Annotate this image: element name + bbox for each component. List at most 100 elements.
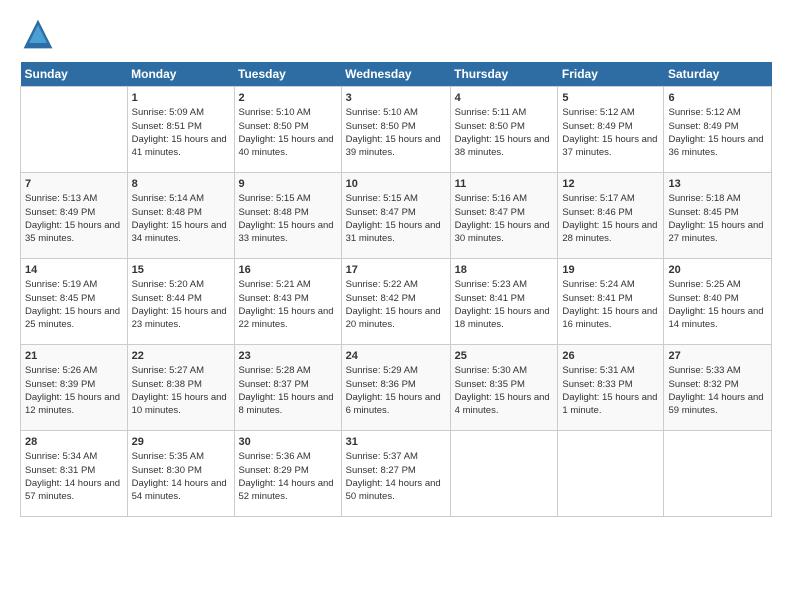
daylight-text: Daylight: 15 hours and 31 minutes.	[346, 220, 441, 244]
calendar-cell: 20 Sunrise: 5:25 AM Sunset: 8:40 PM Dayligh…	[664, 259, 772, 345]
day-number: 15	[132, 264, 144, 276]
calendar-cell: 15Sunrise: 5:20 AMSunset: 8:44 PMDayligh…	[127, 259, 234, 345]
sunrise-text: Sunrise: 5:25 AM	[668, 279, 740, 290]
daylight-text: Daylight: 15 hours and 38 minutes.	[455, 134, 550, 158]
sunrise-text: Sunrise: 5:20 AM	[132, 279, 204, 290]
header-cell-friday: Friday	[558, 62, 664, 87]
sunrise-text: Sunrise: 5:12 AM	[562, 107, 634, 118]
daylight-text: Daylight: 15 hours and 12 minutes.	[25, 392, 120, 416]
day-number: 10	[346, 178, 358, 190]
sunset-text: Sunset: 8:35 PM	[455, 379, 525, 390]
sunrise-text: Sunrise: 5:13 AM	[25, 193, 97, 204]
sunrise-text: Sunrise: 5:29 AM	[346, 365, 418, 376]
calendar-table: SundayMondayTuesdayWednesdayThursdayFrid…	[20, 62, 772, 517]
sunrise-text: Sunrise: 5:36 AM	[239, 451, 311, 462]
sunset-text: Sunset: 8:49 PM	[25, 207, 95, 218]
day-number: 20	[668, 264, 680, 276]
calendar-cell: 17Sunrise: 5:22 AMSunset: 8:42 PMDayligh…	[341, 259, 450, 345]
sunrise-text: Sunrise: 5:28 AM	[239, 365, 311, 376]
sunset-text: Sunset: 8:37 PM	[239, 379, 309, 390]
sunset-text: Sunset: 8:45 PM	[25, 293, 95, 304]
day-number: 30	[239, 436, 251, 448]
header-cell-tuesday: Tuesday	[234, 62, 341, 87]
day-number: 11	[455, 178, 467, 190]
calendar-cell: 27 Sunrise: 5:33 AM Sunset: 8:32 PM Dayligh…	[664, 345, 772, 431]
day-number: 6	[668, 92, 674, 104]
calendar-cell	[450, 431, 558, 517]
calendar-cell: 12Sunrise: 5:17 AMSunset: 8:46 PMDayligh…	[558, 173, 664, 259]
calendar-cell: 9Sunrise: 5:15 AMSunset: 8:48 PMDaylight…	[234, 173, 341, 259]
day-number: 28	[25, 436, 37, 448]
page: SundayMondayTuesdayWednesdayThursdayFrid…	[0, 0, 792, 527]
daylight-text: Daylight: 15 hours and 40 minutes.	[239, 134, 334, 158]
sunset-text: Sunset: 8:43 PM	[239, 293, 309, 304]
daylight-text: Daylight: 15 hours and 37 minutes.	[562, 134, 657, 158]
sunset-text: Sunset: 8:51 PM	[132, 121, 202, 132]
daylight-text: Daylight: 15 hours and 8 minutes.	[239, 392, 334, 416]
day-number: 2	[239, 92, 245, 104]
sunset-text: Sunset: 8:41 PM	[455, 293, 525, 304]
calendar-cell: 4Sunrise: 5:11 AMSunset: 8:50 PMDaylight…	[450, 87, 558, 173]
sunrise-text: Sunrise: 5:11 AM	[455, 107, 527, 118]
sunrise-text: Sunrise: 5:31 AM	[562, 365, 634, 376]
daylight-text: Daylight: 14 hours and 59 minutes.	[668, 392, 763, 416]
sunset-text: Sunset: 8:50 PM	[455, 121, 525, 132]
day-number: 21	[25, 350, 37, 362]
sunrise-text: Sunrise: 5:18 AM	[668, 193, 740, 204]
day-number: 7	[25, 178, 31, 190]
day-number: 23	[239, 350, 251, 362]
sunrise-text: Sunrise: 5:34 AM	[25, 451, 97, 462]
sunset-text: Sunset: 8:32 PM	[668, 379, 738, 390]
daylight-text: Daylight: 14 hours and 50 minutes.	[346, 478, 441, 502]
sunset-text: Sunset: 8:42 PM	[346, 293, 416, 304]
daylight-text: Daylight: 15 hours and 4 minutes.	[455, 392, 550, 416]
week-row-4: 28Sunrise: 5:34 AMSunset: 8:31 PMDayligh…	[21, 431, 772, 517]
day-number: 18	[455, 264, 467, 276]
daylight-text: Daylight: 15 hours and 30 minutes.	[455, 220, 550, 244]
calendar-cell: 2Sunrise: 5:10 AMSunset: 8:50 PMDaylight…	[234, 87, 341, 173]
calendar-cell: 16Sunrise: 5:21 AMSunset: 8:43 PMDayligh…	[234, 259, 341, 345]
day-number: 22	[132, 350, 144, 362]
sunrise-text: Sunrise: 5:09 AM	[132, 107, 204, 118]
daylight-text: Daylight: 15 hours and 10 minutes.	[132, 392, 227, 416]
sunrise-text: Sunrise: 5:19 AM	[25, 279, 97, 290]
header-cell-monday: Monday	[127, 62, 234, 87]
sunset-text: Sunset: 8:49 PM	[668, 121, 738, 132]
day-number: 12	[562, 178, 574, 190]
sunrise-text: Sunrise: 5:26 AM	[25, 365, 97, 376]
calendar-cell: 30 Sunrise: 5:36 AM Sunset: 8:29 PM Dayligh…	[234, 431, 341, 517]
calendar-cell: 7Sunrise: 5:13 AMSunset: 8:49 PMDaylight…	[21, 173, 128, 259]
sunrise-text: Sunrise: 5:35 AM	[132, 451, 204, 462]
header-cell-wednesday: Wednesday	[341, 62, 450, 87]
sunset-text: Sunset: 8:50 PM	[346, 121, 416, 132]
day-number: 8	[132, 178, 138, 190]
calendar-cell: 11Sunrise: 5:16 AMSunset: 8:47 PMDayligh…	[450, 173, 558, 259]
day-number: 25	[455, 350, 467, 362]
daylight-text: Daylight: 15 hours and 14 minutes.	[668, 306, 763, 330]
sunrise-text: Sunrise: 5:15 AM	[239, 193, 311, 204]
daylight-text: Daylight: 14 hours and 52 minutes.	[239, 478, 334, 502]
calendar-cell: 5Sunrise: 5:12 AMSunset: 8:49 PMDaylight…	[558, 87, 664, 173]
day-number: 16	[239, 264, 251, 276]
daylight-text: Daylight: 14 hours and 54 minutes.	[132, 478, 227, 502]
sunset-text: Sunset: 8:47 PM	[455, 207, 525, 218]
logo	[20, 16, 62, 52]
sunset-text: Sunset: 8:40 PM	[668, 293, 738, 304]
logo-icon	[20, 16, 56, 52]
calendar-cell: 21Sunrise: 5:26 AMSunset: 8:39 PMDayligh…	[21, 345, 128, 431]
calendar-cell	[664, 431, 772, 517]
sunset-text: Sunset: 8:27 PM	[346, 465, 416, 476]
sunrise-text: Sunrise: 5:33 AM	[668, 365, 740, 376]
calendar-cell: 18Sunrise: 5:23 AMSunset: 8:41 PMDayligh…	[450, 259, 558, 345]
day-number: 27	[668, 350, 680, 362]
sunset-text: Sunset: 8:48 PM	[132, 207, 202, 218]
daylight-text: Daylight: 15 hours and 25 minutes.	[25, 306, 120, 330]
sunrise-text: Sunrise: 5:23 AM	[455, 279, 527, 290]
calendar-cell: 6Sunrise: 5:12 AMSunset: 8:49 PMDaylight…	[664, 87, 772, 173]
sunset-text: Sunset: 8:29 PM	[239, 465, 309, 476]
sunrise-text: Sunrise: 5:12 AM	[668, 107, 740, 118]
daylight-text: Daylight: 15 hours and 41 minutes.	[132, 134, 227, 158]
sunset-text: Sunset: 8:36 PM	[346, 379, 416, 390]
calendar-cell: 14Sunrise: 5:19 AMSunset: 8:45 PMDayligh…	[21, 259, 128, 345]
day-number: 19	[562, 264, 574, 276]
